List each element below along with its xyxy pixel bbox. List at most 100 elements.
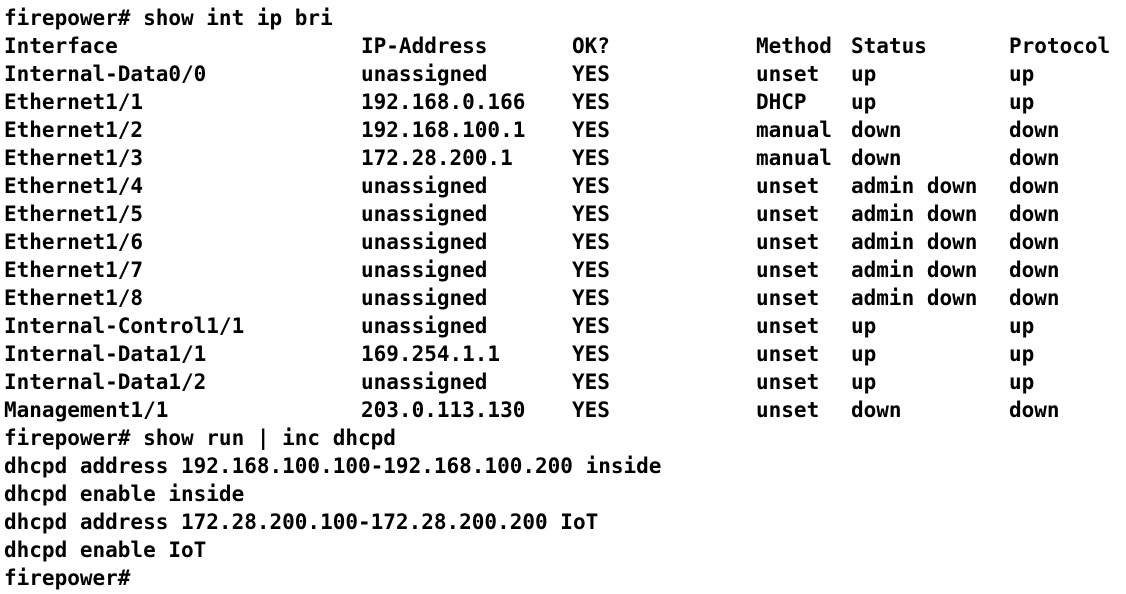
row-method: unset — [756, 258, 820, 282]
row-protocol: down — [1009, 258, 1060, 282]
row-ip-address: 203.0.113.130 — [361, 398, 526, 422]
row-method: unset — [756, 174, 820, 198]
row-ip-address: unassigned — [361, 174, 488, 198]
header-protocol: Protocol — [1009, 34, 1111, 58]
header-status: Status — [851, 34, 927, 58]
table-row: Ethernet1/6 unassigned YES unset admin down d… — [4, 228, 1126, 256]
output-line: dhcpd enable inside — [4, 482, 245, 506]
row-ok: YES — [572, 370, 610, 394]
row-protocol: down — [1009, 398, 1060, 422]
row-status: admin down — [851, 202, 978, 226]
header-interface: Interface — [4, 34, 118, 58]
row-ok: YES — [572, 62, 610, 86]
row-protocol: down — [1009, 146, 1060, 170]
row-ok: YES — [572, 230, 610, 254]
row-protocol: up — [1009, 370, 1035, 394]
row-ok: YES — [572, 314, 610, 338]
row-status: admin down — [851, 286, 978, 310]
table-header: Interface IP-Address OK? Method Status P… — [4, 32, 1126, 60]
row-ok: YES — [572, 146, 610, 170]
row-status: down — [851, 118, 902, 142]
row-protocol: down — [1009, 174, 1060, 198]
command-line: firepower# show run | inc dhcpd — [4, 426, 396, 450]
row-method: unset — [756, 202, 820, 226]
row-ok: YES — [572, 286, 610, 310]
row-interface: Management1/1 — [4, 398, 169, 422]
row-ip-address: unassigned — [361, 258, 488, 282]
row-status: down — [851, 146, 902, 170]
header-ip-address: IP-Address — [361, 34, 488, 58]
row-ip-address: unassigned — [361, 314, 488, 338]
row-protocol: down — [1009, 230, 1060, 254]
row-ip-address: 192.168.100.1 — [361, 118, 526, 142]
row-interface: Internal-Data0/0 — [4, 62, 207, 86]
row-interface: Ethernet1/5 — [4, 202, 144, 226]
row-interface: Internal-Data1/1 — [4, 342, 207, 366]
row-method: DHCP — [756, 90, 807, 114]
row-method: unset — [756, 398, 820, 422]
row-status: up — [851, 342, 877, 366]
prompt-line[interactable]: firepower# — [4, 564, 1126, 592]
row-interface: Ethernet1/3 — [4, 146, 144, 170]
row-status: admin down — [851, 258, 978, 282]
header-method: Method — [756, 34, 832, 58]
row-ip-address: unassigned — [361, 370, 488, 394]
row-interface: Ethernet1/4 — [4, 174, 144, 198]
output-line: dhcpd address 192.168.100.100-192.168.10… — [4, 454, 662, 478]
row-protocol: down — [1009, 202, 1060, 226]
row-protocol: up — [1009, 342, 1035, 366]
row-interface: Ethernet1/7 — [4, 258, 144, 282]
row-protocol: up — [1009, 62, 1035, 86]
table-row: Internal-Data1/2 unassigned YES unset up up — [4, 368, 1126, 396]
output-line: dhcpd address 172.28.200.100-172.28.200.… — [4, 510, 599, 534]
command-line: firepower# show int ip bri — [4, 6, 333, 30]
table-row: Ethernet1/8 unassigned YES unset admin down d… — [4, 284, 1126, 312]
row-ip-address: unassigned — [361, 202, 488, 226]
row-method: unset — [756, 370, 820, 394]
row-ok: YES — [572, 90, 610, 114]
row-ok: YES — [572, 398, 610, 422]
cursor — [130, 567, 142, 589]
row-method: unset — [756, 314, 820, 338]
table-row: Internal-Data1/1 169.254.1.1 YES unset up up — [4, 340, 1126, 368]
row-interface: Ethernet1/2 — [4, 118, 144, 142]
table-row: Ethernet1/4 unassigned YES unset admin down d… — [4, 172, 1126, 200]
row-interface: Internal-Data1/2 — [4, 370, 207, 394]
row-ok: YES — [572, 202, 610, 226]
row-ip-address: unassigned — [361, 230, 488, 254]
row-protocol: up — [1009, 314, 1035, 338]
row-status: up — [851, 62, 877, 86]
row-method: unset — [756, 342, 820, 366]
row-interface: Ethernet1/1 — [4, 90, 144, 114]
table-row: Ethernet1/1 192.168.0.166 YES DHCP up up — [4, 88, 1126, 116]
row-ok: YES — [572, 342, 610, 366]
row-protocol: up — [1009, 90, 1035, 114]
row-ok: YES — [572, 258, 610, 282]
table-row: Management1/1 203.0.113.130 YES unset down do… — [4, 396, 1126, 424]
table-row: Ethernet1/5 unassigned YES unset admin down d… — [4, 200, 1126, 228]
table-row: Ethernet1/3 172.28.200.1 YES manual down down — [4, 144, 1126, 172]
table-row: Internal-Data0/0 unassigned YES unset up up — [4, 60, 1126, 88]
interface-table: Internal-Data0/0 unassigned YES unset up up Et… — [4, 60, 1126, 424]
row-interface: Ethernet1/6 — [4, 230, 144, 254]
row-method: unset — [756, 286, 820, 310]
row-method: manual — [756, 118, 832, 142]
table-row: Internal-Control1/1 unassigned YES unset up u… — [4, 312, 1126, 340]
terminal-window[interactable]: firepower# show int ip bri Interface IP-… — [0, 0, 1126, 594]
row-ok: YES — [572, 118, 610, 142]
row-interface: Internal-Control1/1 — [4, 314, 245, 338]
row-ip-address: 172.28.200.1 — [361, 146, 513, 170]
header-ok: OK? — [572, 34, 610, 58]
row-method: unset — [756, 62, 820, 86]
output-line: dhcpd enable IoT — [4, 538, 207, 562]
row-protocol: down — [1009, 286, 1060, 310]
row-status: up — [851, 90, 877, 114]
table-row: Ethernet1/7 unassigned YES unset admin down d… — [4, 256, 1126, 284]
row-ip-address: unassigned — [361, 62, 488, 86]
row-status: up — [851, 370, 877, 394]
row-ip-address: unassigned — [361, 286, 488, 310]
row-status: down — [851, 398, 902, 422]
table-row: Ethernet1/2 192.168.100.1 YES manual down dow… — [4, 116, 1126, 144]
row-interface: Ethernet1/8 — [4, 286, 144, 310]
row-method: manual — [756, 146, 832, 170]
